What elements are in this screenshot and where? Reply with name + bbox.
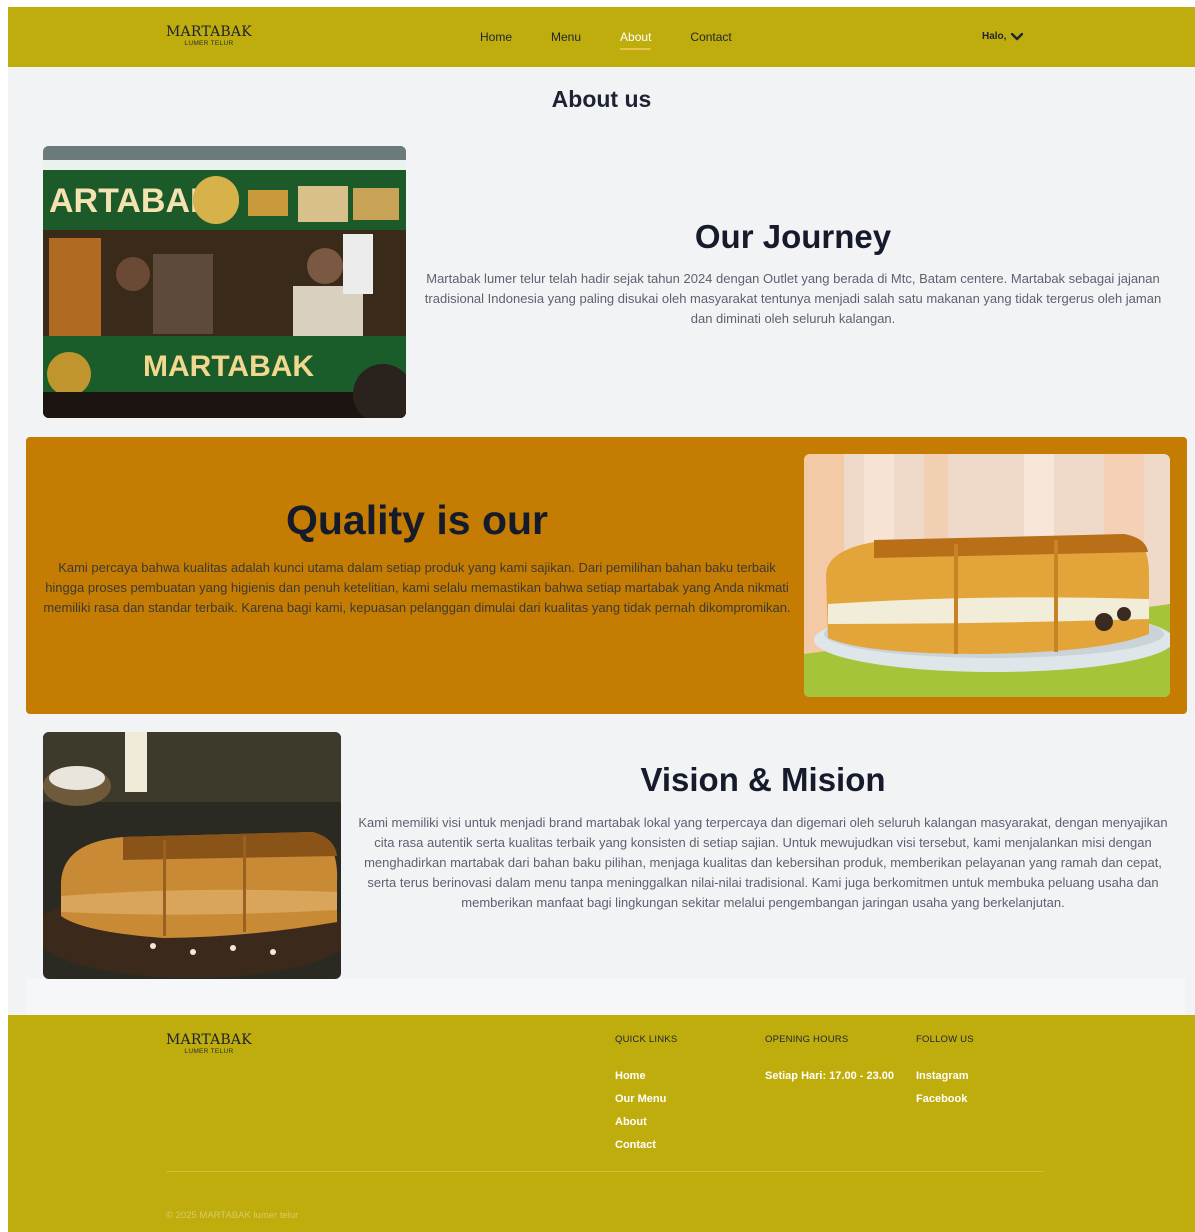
page-title: About us — [551, 86, 652, 112]
nav-link-menu[interactable]: Menu — [551, 30, 581, 44]
footer-link-about[interactable]: About — [615, 1115, 677, 1129]
user-menu[interactable]: Halo, — [982, 31, 1024, 42]
footer-brand-logo[interactable]: MARTABAK LUMER TELUR — [166, 1033, 252, 1056]
martabak-board-photo — [43, 732, 341, 979]
footer-link-our-menu[interactable]: Our Menu — [615, 1092, 677, 1106]
footer-quick-links: QUICK LINKS Home Our Menu About Contact — [615, 1034, 677, 1161]
vision-title: Vision & Mision — [640, 761, 886, 798]
outlet-photo: ARTABAK MARTABAK — [43, 146, 406, 418]
footer-link-contact[interactable]: Contact — [615, 1138, 677, 1152]
brand-name: MARTABAK — [166, 24, 252, 40]
brand-tagline: LUMER TELUR — [184, 40, 234, 47]
outlet-sign-text: MARTABAK — [143, 350, 314, 383]
quality-text: Kami percaya bahwa kualitas adalah kunci… — [43, 560, 791, 615]
quick-links-heading: QUICK LINKS — [615, 1034, 678, 1045]
footer-brand-name: MARTABAK — [166, 1032, 252, 1048]
footer-opening-hours: OPENING HOURS Setiap Hari: 17.00 - 23.00 — [765, 1034, 894, 1083]
nav-link-contact[interactable]: Contact — [690, 30, 731, 44]
page: MARTABAK LUMER TELUR Home Menu About Con… — [8, 7, 1195, 1232]
footer: MARTABAK LUMER TELUR QUICK LINKS Home Ou… — [8, 1015, 1195, 1232]
main-nav: Home Menu About Contact — [480, 30, 771, 50]
navbar: MARTABAK LUMER TELUR Home Menu About Con… — [8, 7, 1195, 67]
quality-title: Quality is our — [286, 497, 548, 543]
footer-follow-us: FOLLOW US Instagram Facebook — [916, 1034, 974, 1115]
user-greeting: Halo, — [982, 31, 1007, 42]
journey-title: Our Journey — [694, 218, 892, 255]
follow-us-heading: FOLLOW US — [916, 1034, 974, 1045]
footer-link-facebook[interactable]: Facebook — [916, 1092, 974, 1106]
footer-link-instagram[interactable]: Instagram — [916, 1069, 974, 1083]
nav-link-home[interactable]: Home — [480, 30, 512, 44]
footer-link-home[interactable]: Home — [615, 1069, 677, 1083]
opening-hours-heading: OPENING HOURS — [765, 1034, 849, 1045]
footer-divider — [166, 1171, 1044, 1172]
brand-logo[interactable]: MARTABAK LUMER TELUR — [166, 25, 252, 48]
copyright-text: © 2025 MARTABAK lumer telur — [166, 1210, 299, 1221]
journey-text: Martabak lumer telur telah hadir sejak t… — [424, 271, 1162, 326]
nav-link-about[interactable]: About — [620, 30, 652, 50]
chevron-down-icon — [1011, 32, 1024, 40]
martabak-plate-photo — [804, 454, 1170, 697]
svg-text:ARTABAK: ARTABAK — [49, 182, 215, 220]
footer-brand-tagline: LUMER TELUR — [184, 1048, 234, 1055]
vision-text: Kami memiliki visi untuk menjadi brand m… — [358, 815, 1168, 910]
content-bottom-spacer — [26, 979, 1185, 1015]
opening-hours-text: Setiap Hari: 17.00 - 23.00 — [765, 1070, 895, 1082]
